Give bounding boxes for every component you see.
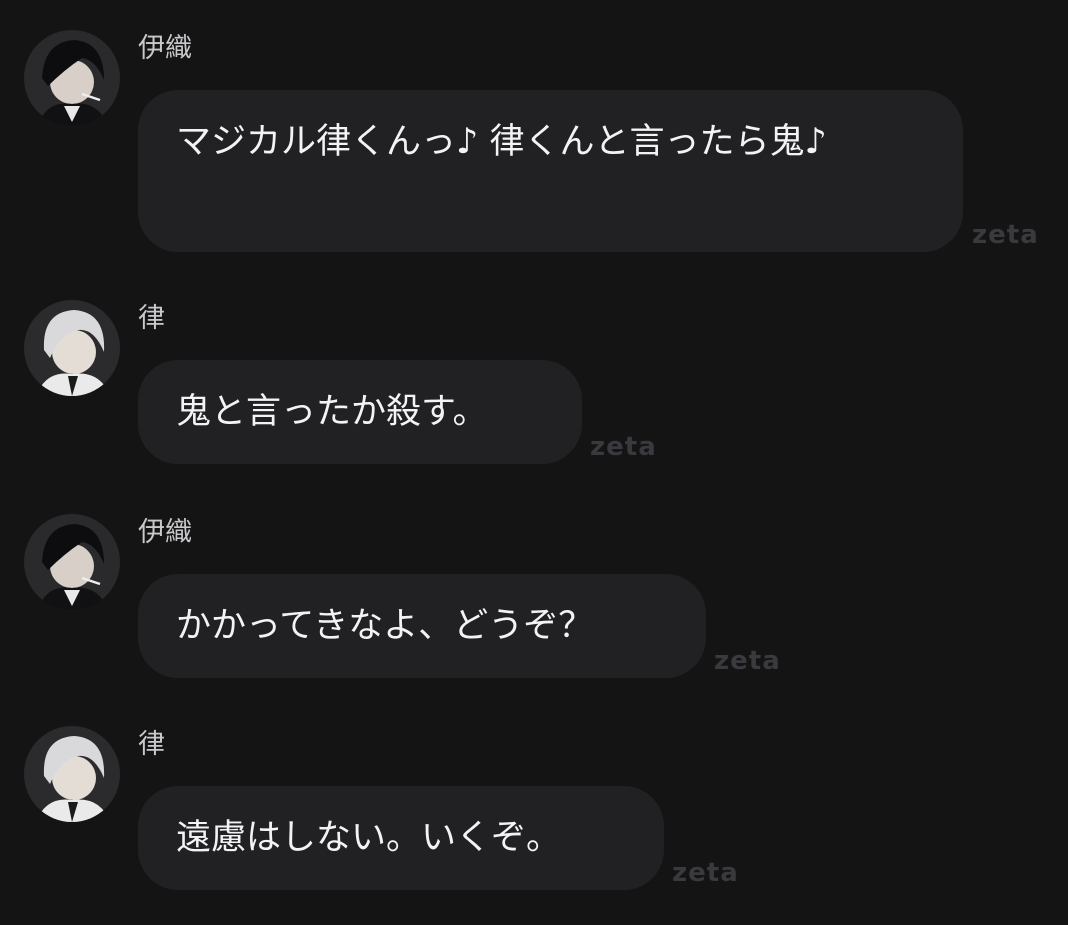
speaker-name: 律 [138,729,165,760]
message-bubble[interactable]: 遠慮はしない。いくぞ。 [138,786,664,890]
zeta-tag: zeta [714,646,781,676]
speaker-name: 伊織 [138,33,192,64]
speaker-name: 伊織 [138,517,192,548]
zeta-tag: zeta [972,220,1039,250]
avatar-ritsu[interactable] [24,300,120,396]
message-text: 遠慮はしない。いくぞ。 [176,818,562,858]
message-text: かかってきなよ、どうぞ？ [176,606,594,646]
avatar-ritsu[interactable] [24,726,120,822]
message-bubble[interactable]: マジカル律くんっ♪ 律くんと言ったら鬼♪ [138,90,963,252]
zeta-tag: zeta [590,432,657,462]
message-bubble[interactable]: 鬼と言ったか殺す。 [138,360,582,464]
message-text: 鬼と言ったか殺す。 [176,392,488,432]
avatar-iori[interactable] [24,30,120,126]
avatar-iori[interactable] [24,514,120,610]
message-bubble[interactable]: かかってきなよ、どうぞ？ [138,574,706,678]
speaker-name: 律 [138,303,165,334]
message-text: マジカル律くんっ♪ 律くんと言ったら鬼♪ [176,122,827,162]
zeta-tag: zeta [672,858,739,888]
chat-log: 伊織 マジカル律くんっ♪ 律くんと言ったら鬼♪ zeta 律 鬼と言ったか殺す。… [0,0,1068,925]
